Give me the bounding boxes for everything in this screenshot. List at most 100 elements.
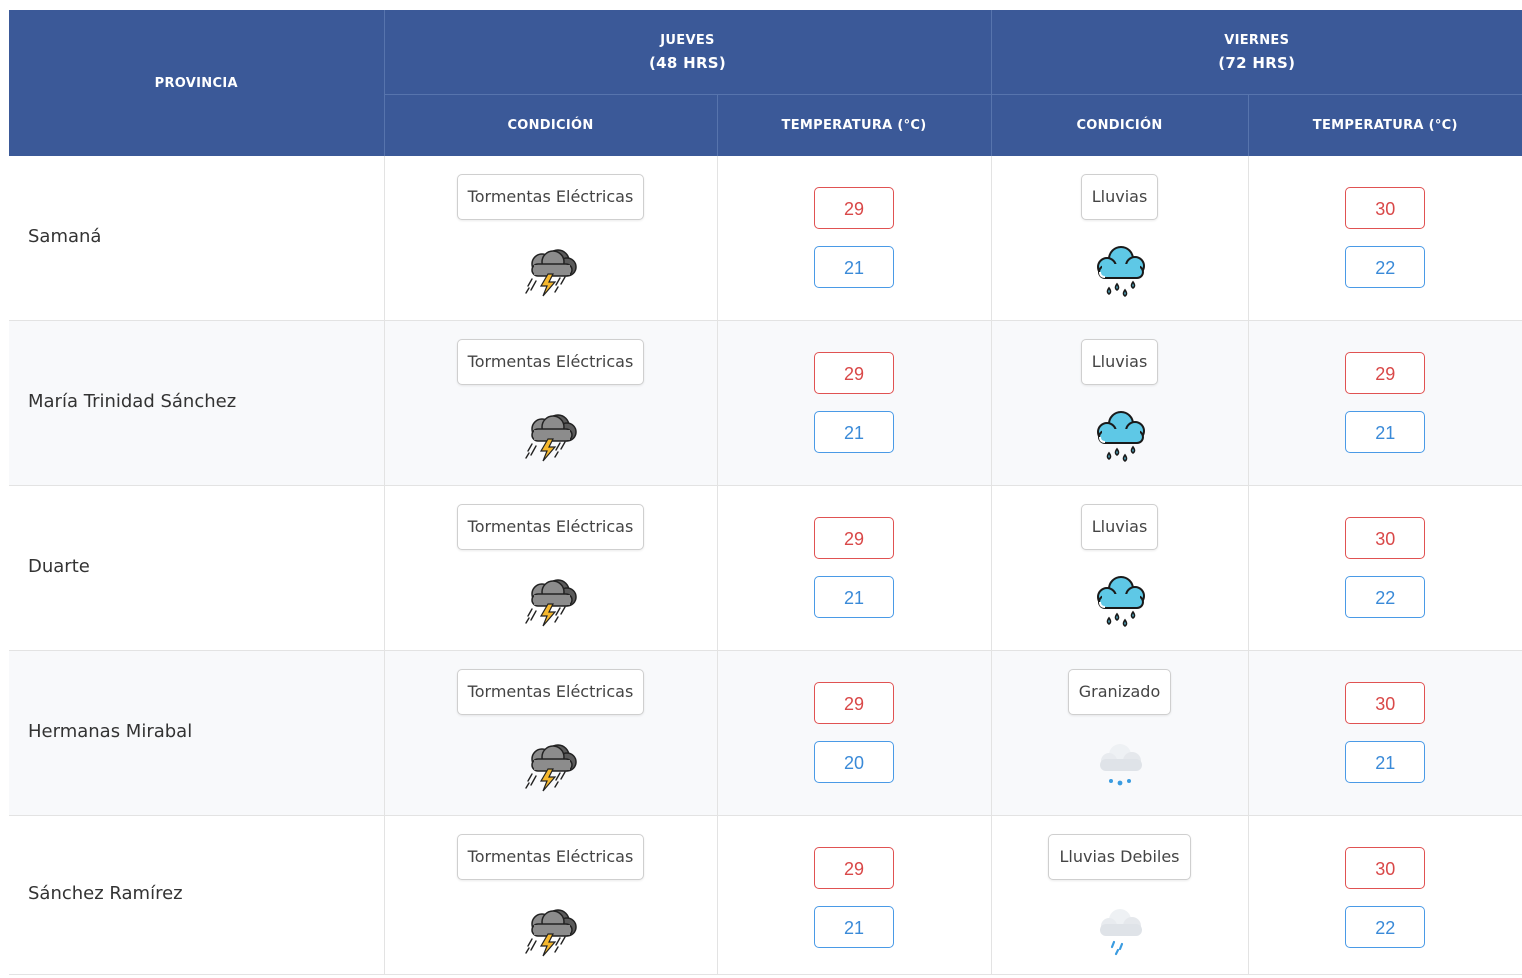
table-body: Samaná Tormentas Eléctricas 29 21 Lluvia… (9, 156, 1522, 975)
thunderstorm-icon (524, 579, 577, 627)
province-cell: Samaná (9, 156, 385, 321)
day1-temperature-cell: 29 21 (717, 485, 992, 651)
day1-condition-badge: Tormentas Eléctricas (456, 834, 645, 880)
day1-condition-badge: Tormentas Eléctricas (456, 504, 645, 550)
province-cell: María Trinidad Sánchez (9, 320, 385, 486)
table-row: Sánchez Ramírez Tormentas Eléctricas 29 … (9, 815, 1522, 975)
header-day2-name: VIERNES (1224, 33, 1290, 48)
day2-condition-cell: Lluvias (991, 320, 1249, 486)
day2-condition-badge: Lluvias (1080, 504, 1159, 550)
day2-icon-slot (992, 737, 1248, 799)
header-day2-temperature: TEMPERATURA (°C) (1248, 94, 1522, 156)
day1-min-temp: 20 (814, 741, 894, 783)
day1-condition-badge: Tormentas Eléctricas (456, 669, 645, 715)
province-cell: Hermanas Mirabal (9, 650, 385, 816)
day1-temperature-cell: 29 21 (717, 815, 992, 975)
day2-condition-cell: Granizado (991, 650, 1249, 816)
day1-max-temp: 29 (814, 352, 894, 394)
province-name: María Trinidad Sánchez (28, 390, 237, 412)
day2-condition-cell: Lluvias (991, 156, 1249, 321)
rain-icon (1096, 411, 1145, 462)
day1-min-temp: 21 (814, 246, 894, 288)
day2-max-temp: 30 (1345, 682, 1426, 724)
day2-max-temp: 30 (1345, 517, 1426, 559)
light-rain-icon (1099, 909, 1142, 956)
day2-condition-badge: Lluvias (1080, 339, 1159, 385)
day1-max-temp: 29 (814, 682, 894, 724)
table-header: PROVINCIA JUEVES (48 HRS) VIERNES (72 HR… (9, 10, 1522, 156)
day1-max-temp: 29 (814, 187, 894, 229)
header-day1: JUEVES (48 HRS) (384, 10, 992, 95)
day2-temperature-cell: 30 21 (1248, 650, 1522, 816)
header-day1-hours: (48 HRS) (648, 54, 727, 72)
day1-condition-badge: Tormentas Eléctricas (456, 174, 645, 220)
day2-icon-slot (992, 242, 1248, 304)
day1-condition-cell: Tormentas Eléctricas (384, 156, 718, 321)
day1-min-temp: 21 (814, 576, 894, 618)
day1-min-temp: 21 (814, 411, 894, 453)
header-day1-temperature: TEMPERATURA (°C) (717, 94, 992, 156)
thunderstorm-icon (524, 909, 577, 957)
province-name: Samaná (28, 225, 102, 247)
day2-min-temp: 22 (1345, 246, 1426, 288)
header-province: PROVINCIA (9, 10, 385, 156)
day2-temperature-cell: 29 21 (1248, 320, 1522, 486)
day1-condition-cell: Tormentas Eléctricas (384, 650, 718, 816)
header-day1-condition: CONDICIÓN (384, 94, 718, 156)
day2-condition-cell: Lluvias Debiles (991, 815, 1249, 975)
thunderstorm-icon (524, 414, 577, 462)
day1-max-temp: 29 (814, 517, 894, 559)
header-day2-hours: (72 HRS) (1218, 54, 1296, 72)
day1-temperature-cell: 29 21 (717, 156, 992, 321)
rain-icon (1096, 246, 1145, 297)
province-cell: Sánchez Ramírez (9, 815, 385, 975)
thunderstorm-icon (524, 249, 577, 297)
day1-condition-badge: Tormentas Eléctricas (456, 339, 645, 385)
day2-min-temp: 22 (1345, 906, 1426, 948)
province-name: Hermanas Mirabal (28, 720, 193, 742)
header-day2: VIERNES (72 HRS) (991, 10, 1522, 95)
hail-icon (1099, 744, 1142, 786)
day1-icon-slot (385, 242, 717, 304)
thunderstorm-icon (524, 744, 577, 792)
day1-condition-cell: Tormentas Eléctricas (384, 815, 718, 975)
province-cell: Duarte (9, 485, 385, 651)
day1-icon-slot (385, 737, 717, 799)
day2-condition-badge: Granizado (1067, 669, 1172, 715)
day1-condition-cell: Tormentas Eléctricas (384, 320, 718, 486)
table-row: Hermanas Mirabal Tormentas Eléctricas 29… (9, 650, 1522, 816)
day1-icon-slot (385, 572, 717, 634)
day1-max-temp: 29 (814, 847, 894, 889)
day2-min-temp: 21 (1345, 411, 1426, 453)
day1-condition-cell: Tormentas Eléctricas (384, 485, 718, 651)
header-day2-condition: CONDICIÓN (991, 94, 1249, 156)
day1-icon-slot (385, 407, 717, 469)
province-name: Sánchez Ramírez (28, 882, 183, 904)
day1-temperature-cell: 29 21 (717, 320, 992, 486)
header-day1-name: JUEVES (660, 33, 715, 48)
table-row: María Trinidad Sánchez Tormentas Eléctri… (9, 320, 1522, 486)
day2-min-temp: 21 (1345, 741, 1426, 783)
day1-min-temp: 21 (814, 906, 894, 948)
day2-icon-slot (992, 572, 1248, 634)
day2-icon-slot (992, 407, 1248, 469)
day2-max-temp: 30 (1345, 187, 1426, 229)
day2-condition-badge: Lluvias Debiles (1048, 834, 1191, 880)
table-row: Samaná Tormentas Eléctricas 29 21 Lluvia… (9, 156, 1522, 321)
day2-min-temp: 22 (1345, 576, 1426, 618)
day2-temperature-cell: 30 22 (1248, 815, 1522, 975)
forecast-table-container: PROVINCIA JUEVES (48 HRS) VIERNES (72 HR… (9, 10, 1522, 975)
province-name: Duarte (28, 555, 90, 577)
day1-temperature-cell: 29 20 (717, 650, 992, 816)
day2-max-temp: 30 (1345, 847, 1426, 889)
table-row: Duarte Tormentas Eléctricas 29 21 Lluvia… (9, 485, 1522, 651)
day2-temperature-cell: 30 22 (1248, 485, 1522, 651)
rain-icon (1096, 576, 1145, 627)
day2-temperature-cell: 30 22 (1248, 156, 1522, 321)
day2-condition-badge: Lluvias (1080, 174, 1159, 220)
day2-max-temp: 29 (1345, 352, 1426, 394)
day1-icon-slot (385, 902, 717, 964)
day2-icon-slot (992, 902, 1248, 964)
day2-condition-cell: Lluvias (991, 485, 1249, 651)
forecast-table: PROVINCIA JUEVES (48 HRS) VIERNES (72 HR… (9, 10, 1522, 975)
